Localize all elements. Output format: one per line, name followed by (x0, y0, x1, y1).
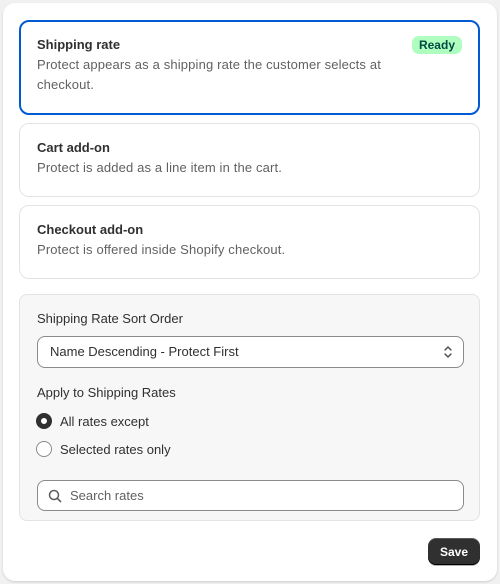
radio-selected-rates-only[interactable]: Selected rates only (36, 439, 171, 459)
option-card-cart-add-on[interactable]: Cart add-on Protect is added as a line i… (19, 123, 480, 197)
search-input[interactable] (70, 488, 450, 503)
chevron-up-down-icon (444, 346, 452, 358)
option-card-shipping-rate[interactable]: Shipping rate Ready Protect appears as a… (19, 20, 480, 115)
option-title: Checkout add-on (37, 222, 144, 237)
search-icon (48, 489, 62, 502)
shipping-rate-settings: Shipping Rate Sort Order Name Descending… (19, 294, 480, 521)
option-title: Cart add-on (37, 140, 110, 155)
radio-label: All rates except (60, 413, 149, 429)
radio-button[interactable] (36, 441, 52, 457)
option-description: Protect is added as a line item in the c… (37, 160, 283, 175)
option-description: Protect appears as a shipping rate the c… (37, 57, 381, 92)
option-card-checkout-add-on[interactable]: Checkout add-on Protect is offered insid… (19, 205, 480, 279)
status-badge: Ready (411, 36, 462, 54)
radio-all-rates-except[interactable]: All rates except (36, 411, 149, 431)
radio-label: Selected rates only (60, 441, 171, 457)
option-description: Protect is offered inside Shopify checko… (37, 242, 286, 257)
sort-order-value: Name Descending - Protect First (50, 344, 239, 359)
radio-button[interactable] (36, 413, 52, 429)
apply-rates-label: Apply to Shipping Rates (37, 385, 176, 400)
sort-order-label: Shipping Rate Sort Order (37, 311, 183, 326)
integration-panel: Shipping rate Ready Protect appears as a… (3, 3, 497, 581)
option-title: Shipping rate (37, 37, 121, 52)
search-rates-field[interactable] (37, 480, 464, 511)
save-button[interactable]: Save (428, 538, 480, 565)
sort-order-select[interactable]: Name Descending - Protect First (37, 336, 464, 368)
